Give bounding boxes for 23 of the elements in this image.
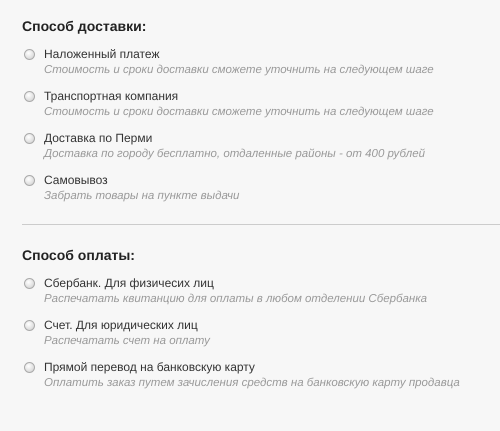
radio-button[interactable]	[24, 49, 35, 60]
section-heading: Способ оплаты:	[22, 247, 136, 263]
radio-button[interactable]	[24, 91, 35, 102]
option-label[interactable]: Сбербанк. Для физичесих лиц	[44, 275, 428, 291]
option-label[interactable]: Прямой перевод на банковскую карту	[44, 359, 460, 375]
option-label[interactable]: Доставка по Перми	[44, 130, 426, 146]
option-description: Стоимость и сроки доставки сможете уточнить на следующем шаге	[44, 63, 434, 78]
option-description: Оплатить заказ путем зачисления средств на банковскую карту продавца	[44, 376, 460, 391]
radio-button[interactable]	[24, 278, 35, 289]
option-label[interactable]: Счет. Для юридических лиц	[44, 317, 210, 333]
option-description: Стоимость и сроки доставки сможете уточнить на следующем шаге	[44, 105, 434, 120]
option-description: Забрать товары на пункте выдачи	[44, 189, 240, 204]
radio-button[interactable]	[24, 133, 35, 144]
radio-button[interactable]	[24, 320, 35, 331]
option-description: Распечатать счет на оплату	[44, 334, 210, 349]
option-description: Распечатать квитанцию для оплаты в любом отделении Сбербанка	[44, 292, 428, 307]
option-label[interactable]: Транспортная компания	[44, 88, 434, 104]
option-description: Доставка по городу бесплатно, отдаленные районы - от 400 рублей	[44, 147, 426, 162]
section-heading: Способ доставки:	[22, 18, 148, 34]
radio-button[interactable]	[24, 362, 35, 373]
option-label[interactable]: Самовывоз	[44, 172, 240, 188]
option-label[interactable]: Наложенный платеж	[44, 46, 434, 62]
radio-button[interactable]	[24, 175, 35, 186]
